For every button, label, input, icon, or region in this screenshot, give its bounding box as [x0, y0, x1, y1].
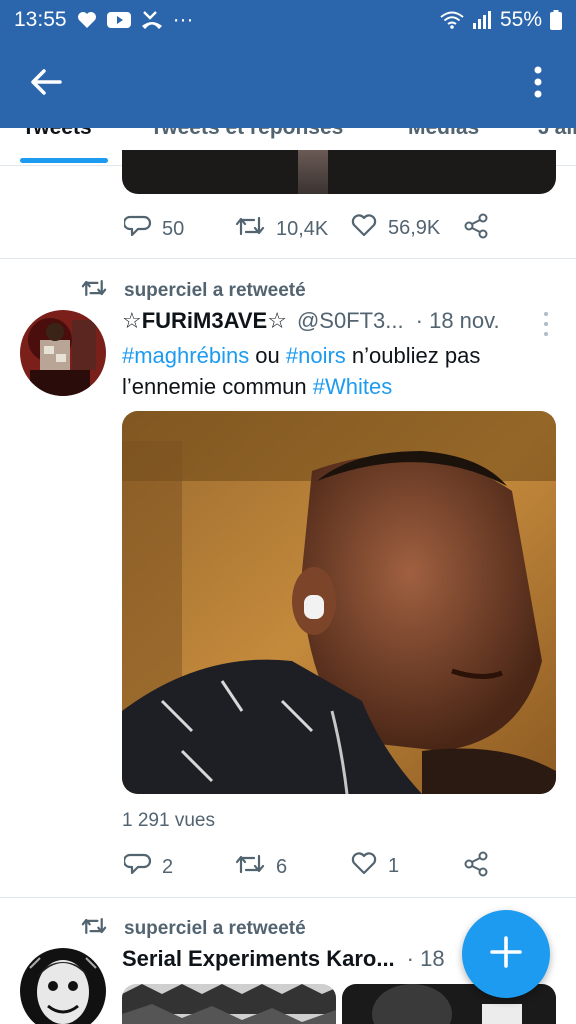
battery-icon [550, 10, 562, 30]
reply-button[interactable]: 50 [122, 212, 185, 246]
like-count: 1 [388, 854, 400, 877]
retweet-context-label: superciel a retweeté [124, 280, 306, 301]
like-button[interactable]: 56,9K [350, 212, 440, 244]
wifi-icon [440, 11, 464, 29]
display-name[interactable]: ☆FURiM3AVE☆ [122, 308, 287, 334]
reply-count: 2 [162, 855, 174, 878]
tweet-header: ☆FURiM3AVE☆ @S0FT3... · 18 nov. [122, 308, 500, 334]
retweet-icon [234, 212, 266, 246]
hashtag-link[interactable]: #noirs [286, 343, 346, 368]
plus-icon [489, 935, 523, 974]
view-count: 1 291 vues [122, 810, 215, 831]
user-handle[interactable]: @S0FT3... [297, 308, 404, 334]
like-icon [350, 850, 378, 882]
back-button[interactable] [26, 64, 66, 104]
like-count: 56,9K [388, 216, 441, 239]
retweet-count: 6 [276, 855, 288, 878]
avatar[interactable] [20, 948, 106, 1024]
status-bar: 13:55 ··· 55% [0, 0, 576, 40]
reply-count: 50 [162, 217, 185, 240]
back-arrow-icon [30, 68, 62, 101]
hashtag-link[interactable]: #Whites [313, 374, 392, 399]
missed-call-icon [141, 10, 163, 30]
tweet-text: #maghrébins ou #noirs n’oubliez pas l’en… [122, 340, 542, 402]
retweet-context[interactable]: superciel a retweeté [80, 914, 306, 944]
heart-icon [77, 11, 97, 29]
tweet-date[interactable]: · 18 [407, 946, 445, 972]
retweet-context-icon [80, 914, 108, 944]
overflow-menu-button[interactable] [526, 64, 550, 104]
status-more: ··· [172, 8, 194, 31]
share-button[interactable] [462, 850, 490, 883]
status-time: 13:55 [14, 8, 67, 31]
previous-tweet-media[interactable] [122, 150, 556, 194]
share-icon [462, 850, 490, 883]
display-name[interactable]: Serial Experiments Karo... [122, 946, 395, 972]
tweet-header: Serial Experiments Karo... · 18 [122, 946, 445, 972]
hashtag-link[interactable]: #maghrébins [122, 343, 249, 368]
like-button[interactable]: 1 [350, 850, 399, 882]
signal-icon [472, 11, 492, 29]
caret-menu-icon [544, 312, 548, 316]
avatar[interactable] [20, 310, 106, 396]
tweet-divider [0, 897, 576, 898]
reply-icon [122, 212, 152, 246]
compose-tweet-button[interactable] [462, 910, 550, 998]
retweet-context-label: superciel a retweeté [124, 918, 306, 939]
battery-percent: 55% [499, 8, 542, 31]
tweet-divider [0, 258, 576, 259]
reply-button[interactable]: 2 [122, 850, 174, 884]
retweet-count: 10,4K [276, 217, 329, 240]
active-tab-indicator [20, 158, 108, 163]
youtube-icon [106, 11, 131, 29]
retweet-icon [234, 850, 266, 884]
tweet-image[interactable] [122, 984, 336, 1024]
reply-icon [122, 850, 152, 884]
app-bar [0, 40, 576, 128]
tweet-video[interactable] [122, 411, 556, 794]
share-button[interactable] [462, 212, 490, 245]
tweet-date[interactable]: · 18 nov. [416, 308, 500, 334]
retweet-context-icon [80, 276, 108, 306]
retweet-context[interactable]: superciel a retweeté [80, 276, 306, 306]
like-icon [350, 212, 378, 244]
tweet-text-segment: ou [249, 343, 286, 368]
tweet-menu-button[interactable] [542, 312, 550, 336]
share-icon [462, 212, 490, 245]
retweet-button[interactable]: 10,4K [234, 212, 328, 246]
media-highlight [298, 150, 328, 194]
retweet-button[interactable]: 6 [234, 850, 287, 884]
overflow-menu-icon [534, 66, 542, 103]
